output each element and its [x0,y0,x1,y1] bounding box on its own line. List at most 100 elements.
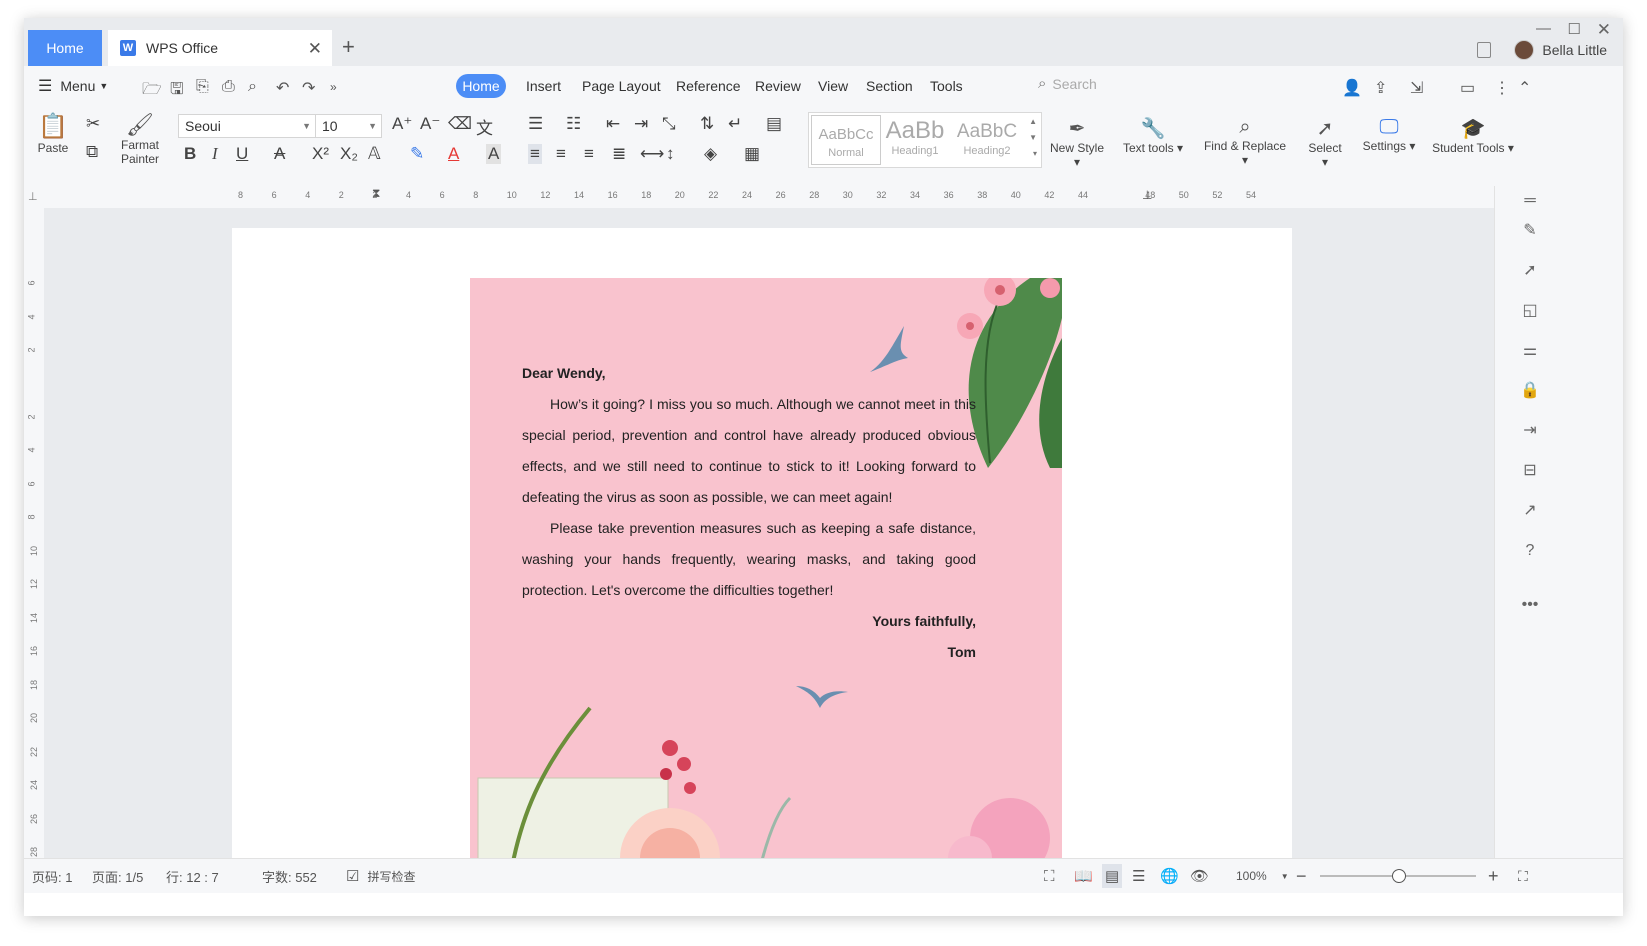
pen-icon[interactable]: ✎ [1519,220,1541,242]
superscript-icon[interactable]: X² [312,144,329,164]
user-profile[interactable]: Bella Little [1514,40,1607,60]
maximize-icon[interactable]: ☐ [1568,20,1581,38]
scroll-up-icon[interactable]: ▲ [1029,117,1037,126]
word-count-status[interactable]: 字数: 552 [262,859,317,893]
student-tools-button[interactable]: 🎓 Student Tools ▾ [1430,116,1516,155]
more-quick-icon[interactable]: » [330,80,337,94]
collaborate-icon[interactable]: ⇲ [1410,78,1423,98]
text-tools-button[interactable]: 🔧 Text tools ▾ [1122,116,1184,155]
strikethrough-icon[interactable]: A [274,144,285,164]
show-marks-icon[interactable]: ↵ [728,114,742,134]
shapes-icon[interactable]: ◱ [1519,300,1541,322]
print-preview-icon[interactable]: ⌕ [248,78,257,96]
more-horizontal-icon[interactable]: ••• [1519,594,1541,616]
document-area[interactable]: Dear Wendy, How’s it going? I miss you s… [44,208,1494,858]
read-mode-icon[interactable]: 📖 [1074,859,1093,893]
select-button[interactable]: ➚ Select ▾ [1304,116,1346,169]
zoom-slider[interactable] [1320,869,1476,883]
zoom-in-icon[interactable]: + [1488,859,1499,893]
line-spacing-icon[interactable]: ↕ [666,144,675,164]
minimize-icon[interactable]: — [1536,20,1551,37]
print-icon[interactable]: ⎙ [222,78,235,96]
style-heading2[interactable]: AaBbC Heading2 [953,115,1021,163]
new-style-button[interactable]: ✒ New Style ▾ [1046,116,1108,169]
zoom-select[interactable]: 100% ▼ [1236,859,1289,893]
text-direction-icon[interactable]: ⤡ [662,114,676,134]
format-painter-button[interactable]: 🖌 Farmat Painter [118,112,162,166]
font-name-select[interactable]: Seoui ▼ [178,114,316,138]
comment-icon[interactable]: ▭ [1460,78,1475,98]
tab-home[interactable]: Home [456,74,506,98]
share-arrow-icon[interactable]: ↗ [1519,500,1541,522]
more-options-icon[interactable]: ⋮ [1494,78,1510,98]
text-effect-icon[interactable]: 𝔸 [368,144,381,164]
bullet-list-icon[interactable]: ☰ [528,114,543,134]
font-color-icon[interactable]: A [448,144,459,164]
copy-icon[interactable]: ⧉ [86,142,98,162]
web-view-icon[interactable]: 🌐 [1160,859,1179,893]
home-tab[interactable]: Home [28,30,102,66]
tab-tools[interactable]: Tools [930,66,963,106]
justify-icon[interactable]: ≣ [612,144,626,164]
decrease-font-icon[interactable]: A⁻ [420,114,440,134]
new-tab-icon[interactable]: + [342,34,355,60]
fullscreen-icon[interactable]: ⛶ [1518,859,1528,893]
settings-button[interactable]: 🖵 Settings ▾ [1362,116,1416,153]
style-normal[interactable]: AaBbCc Normal [811,115,881,165]
help-icon[interactable]: ? [1519,540,1541,562]
page-view-icon[interactable]: ▤ [1102,864,1123,888]
phonetic-icon[interactable]: 文 [476,114,493,139]
eye-protection-icon[interactable]: 👁 [1190,859,1209,893]
undo-icon[interactable]: ↶ [276,78,289,98]
vertical-ruler[interactable]: 6 4 2 2 4 6 8 10 12 14 16 18 20 22 24 26 28 [24,208,45,858]
align-center-icon[interactable]: ≡ [556,144,566,164]
align-right-icon[interactable]: ≡ [584,144,594,164]
distributed-icon[interactable]: ⟷ [640,144,664,164]
shading-icon[interactable]: ◈ [704,144,717,164]
search-box[interactable]: ⌕ Search [1038,75,1097,92]
ruler-toggle-icon[interactable]: ▤ [766,114,782,134]
tab-page-layout[interactable]: Page Layout [582,66,661,106]
cut-icon[interactable]: ✂ [86,114,100,134]
tab-review[interactable]: Review [755,66,801,106]
sort-icon[interactable]: ⇅ [700,114,714,134]
find-replace-button[interactable]: ⌕ Find & Replace ▾ [1200,116,1290,167]
numbered-list-icon[interactable]: ☷ [566,114,581,134]
tab-insert[interactable]: Insert [526,66,561,106]
align-left-icon[interactable]: ≡ [528,144,542,164]
lock-icon[interactable]: 🔒 [1519,380,1541,402]
share-icon[interactable]: ⇪ [1374,78,1387,98]
menu-button[interactable]: ☰ Menu ▼ [38,66,108,106]
panel-toggle-icon[interactable] [1477,42,1491,58]
style-heading1[interactable]: AaBb Heading1 [881,115,949,163]
letter-text[interactable]: Dear Wendy, How’s it going? I miss you s… [522,358,976,668]
pointer-icon[interactable]: ➚ [1519,260,1541,282]
borders-icon[interactable]: ▦ [744,144,760,164]
decrease-indent-icon[interactable]: ⇤ [606,114,620,134]
share-user-icon[interactable]: 👤 [1342,78,1362,98]
clear-format-icon[interactable]: ⌫ [448,114,472,134]
subscript-icon[interactable]: X₂ [340,144,358,164]
open-folder-icon[interactable]: 🗁 [142,78,162,105]
tab-section[interactable]: Section [866,66,913,106]
close-window-icon[interactable]: ✕ [1597,20,1611,40]
panel-menu-icon[interactable]: ═ [1519,190,1541,212]
outline-view-icon[interactable]: ☰ [1132,859,1145,893]
redo-icon[interactable]: ↷ [302,78,315,98]
tab-reference[interactable]: Reference [676,66,741,106]
save-icon[interactable]: 🖫 [170,78,184,105]
zoom-out-icon[interactable]: − [1296,859,1307,893]
zoom-slider-knob[interactable] [1392,869,1406,883]
increase-indent-icon[interactable]: ⇥ [634,114,648,134]
highlight-icon[interactable]: ✎ [410,144,424,164]
inbox-icon[interactable]: ⊟ [1519,460,1541,482]
sliders-icon[interactable]: ⚌ [1519,340,1541,362]
paste-button[interactable]: 📋 Paste [36,112,70,155]
document-page[interactable]: Dear Wendy, How’s it going? I miss you s… [232,228,1292,858]
italic-icon[interactable]: I [212,144,218,164]
collapse-ribbon-icon[interactable]: ⌃ [1518,78,1531,98]
char-shading-icon[interactable]: A [486,144,502,164]
underline-icon[interactable]: U [236,144,248,164]
export-icon[interactable]: ⎘ [196,78,209,96]
tab-view[interactable]: View [818,66,848,106]
